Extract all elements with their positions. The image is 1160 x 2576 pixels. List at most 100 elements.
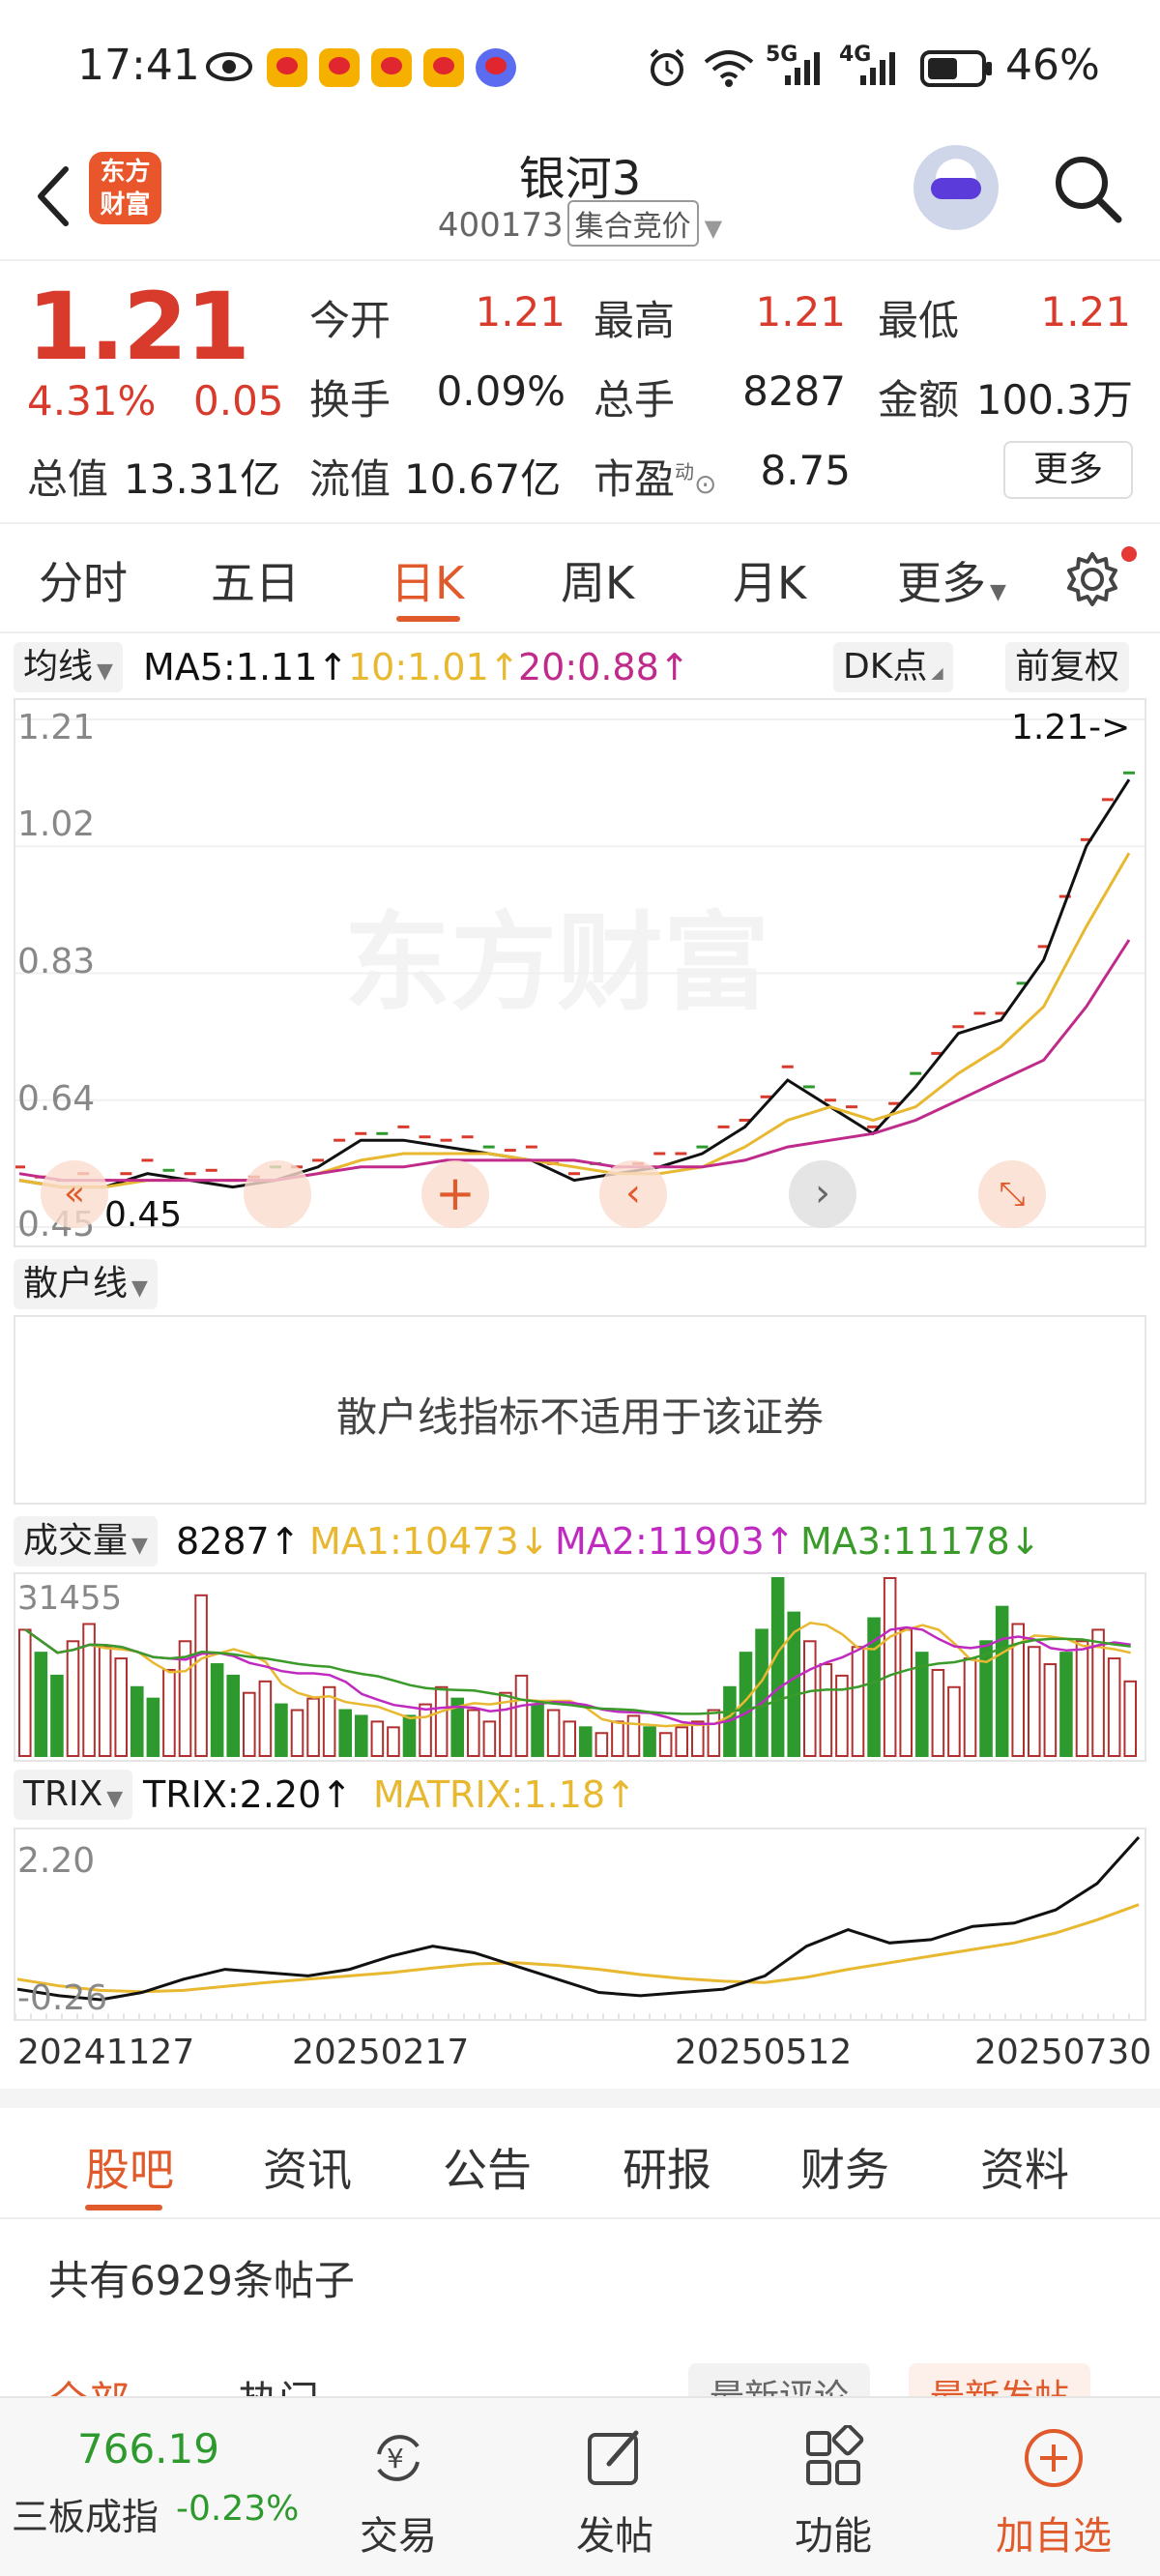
adjust-selector[interactable]: 前复权 — [1005, 642, 1130, 692]
post-count: 共有6929条帖子 — [48, 2257, 355, 2304]
dk-point-selector[interactable]: DK点 ◢ — [833, 642, 953, 692]
low-value: 1.21 — [1040, 288, 1131, 336]
ma-selector[interactable]: 均线 ▼ — [14, 642, 123, 692]
tab-research[interactable]: 研报 — [623, 2135, 711, 2199]
stock-header: 东方 财富 银河3 400173 集合竞价 ▼ — [0, 140, 1160, 261]
kline-chart[interactable]: 东方财富 1.21 1.02 0.83 0.64 0.45 1.21-> 0.4… — [14, 698, 1146, 1247]
chevron-down-icon[interactable]: ▼ — [705, 215, 722, 242]
volume-bar — [1075, 1640, 1089, 1757]
stock-code: 400173 — [437, 206, 564, 245]
trix-selector-label: TRIX — [23, 1774, 103, 1814]
trix-chart[interactable]: 2.20 -0.26 — [14, 1828, 1146, 2021]
forum-filter-row: 全部 热门 最新评论 最新发帖 — [0, 2359, 1160, 2398]
volume-bar — [675, 1726, 689, 1758]
tab-weekly-k[interactable]: 周K — [561, 548, 634, 612]
ma20-value: 20:0.88↑ — [518, 646, 690, 688]
trade-icon: ¥ — [377, 2435, 420, 2481]
retail-line-message: 散户线指标不适用于该证券 — [335, 1393, 824, 1441]
weibo-icon — [267, 48, 307, 87]
volume-bar — [258, 1680, 273, 1757]
volume-bar — [979, 1640, 993, 1757]
chevron-left-icon[interactable]: ‹ — [599, 1160, 667, 1228]
info-circle-icon[interactable]: ⊙ — [694, 468, 716, 500]
gear-icon[interactable] — [1063, 550, 1121, 608]
post-label: 发帖 — [576, 2514, 653, 2559]
pe-dynamic-sup: 动 — [675, 460, 695, 483]
amount-label: 金额 — [878, 376, 960, 424]
assistant-avatar[interactable] — [914, 145, 999, 230]
volume-bar — [210, 1663, 224, 1757]
tab-more[interactable]: 更多 ▼ — [897, 548, 1006, 612]
pe-label: 市盈动⊙ — [594, 447, 716, 506]
tab-financials[interactable]: 财务 — [800, 2135, 889, 2199]
sort-latest-post[interactable]: 最新发帖 — [909, 2363, 1091, 2398]
tab-profile[interactable]: 资料 — [980, 2135, 1069, 2199]
chevron-right-icon[interactable]: › — [789, 1160, 856, 1228]
signal-icon — [785, 52, 820, 85]
ma-selector-label: 均线 — [23, 647, 94, 687]
volume-bar — [130, 1685, 144, 1757]
volume-bar — [66, 1640, 80, 1757]
volume-bar — [643, 1726, 656, 1758]
add-watchlist-button[interactable]: 加自选 — [976, 2398, 1131, 2576]
eye-icon — [206, 52, 252, 81]
volume-ma2: MA2:11903↑ — [555, 1520, 796, 1563]
filter-all[interactable]: 全部 — [48, 2369, 130, 2398]
volume-bar — [1091, 1628, 1105, 1757]
fullscreen-icon[interactable]: ⤡ — [978, 1160, 1046, 1228]
tab-news[interactable]: 资讯 — [263, 2135, 352, 2199]
notification-dot — [1121, 546, 1137, 562]
index-widget[interactable]: 766.19 三板成指 -0.23% — [0, 2398, 319, 2576]
battery-percent: 46% — [1005, 41, 1100, 90]
volume-bar — [226, 1674, 241, 1757]
volume-bar — [947, 1685, 961, 1757]
post-button[interactable]: 发帖 — [537, 2398, 692, 2576]
sort-latest-comment[interactable]: 最新评论 — [688, 2363, 871, 2398]
more-button[interactable]: 更多 — [1003, 441, 1133, 499]
open-label: 今开 — [309, 297, 392, 344]
volume-chart[interactable]: 31455 — [14, 1572, 1146, 1762]
tab-forum[interactable]: 股吧 — [85, 2135, 174, 2199]
date-label: 20250217 — [292, 2033, 470, 2072]
volume-selector-label: 成交量 — [23, 1521, 129, 1561]
y-tick-label: 0.83 — [17, 942, 95, 981]
volume-bar — [579, 1726, 593, 1758]
tab-five-day[interactable]: 五日 — [211, 548, 300, 612]
retail-line-selector[interactable]: 散户线 ▼ — [14, 1259, 158, 1309]
volume-selector[interactable]: 成交量 ▼ — [14, 1516, 158, 1566]
chevron-down-icon: ▼ — [106, 1787, 124, 1811]
trade-button[interactable]: ¥ 交易 — [321, 2398, 476, 2576]
search-icon[interactable] — [1049, 150, 1126, 227]
volume-bar — [1028, 1646, 1041, 1757]
grid-icon — [806, 2425, 864, 2485]
volume-bar — [275, 1703, 288, 1757]
zoom-in-icon[interactable]: + — [421, 1160, 489, 1228]
zoom-out-icon[interactable] — [244, 1160, 311, 1228]
volume-bar — [1123, 1680, 1138, 1757]
tab-daily-k[interactable]: 日K — [391, 548, 464, 612]
market-cap-value: 13.31亿 — [124, 455, 281, 503]
status-time: 17:41 — [77, 41, 200, 90]
ma-indicator-row: 均线 ▼ MA5:1.11↑ 10:1.01↑ 20:0.88↑ DK点 ◢ 前复权 — [0, 638, 1160, 696]
functions-button[interactable]: 功能 — [756, 2398, 911, 2576]
trix-y-top: 2.20 — [17, 1841, 95, 1881]
tab-announcements[interactable]: 公告 — [443, 2135, 532, 2199]
trade-label: 交易 — [360, 2514, 437, 2559]
tab-monthly-k[interactable]: 月K — [733, 548, 806, 612]
weibo-icon — [319, 48, 360, 87]
music-icon — [476, 48, 516, 87]
scroll-left-fast-icon[interactable]: « — [41, 1160, 108, 1228]
volume-bar — [594, 1732, 609, 1758]
trix-selector[interactable]: TRIX ▼ — [14, 1770, 133, 1820]
functions-label: 功能 — [795, 2514, 872, 2559]
turnover-value: 0.09% — [436, 367, 566, 415]
volume-bar — [658, 1732, 673, 1758]
date-axis: 20241127 20250217 20250512 20250730 — [0, 2029, 1160, 2077]
content-tabs: 股吧 资讯 公告 研报 财务 资料 — [0, 2108, 1160, 2219]
volume-bar — [611, 1720, 624, 1758]
tab-intraday[interactable]: 分时 — [39, 548, 128, 612]
volume-bar — [50, 1674, 64, 1757]
status-bar: 17:41 5G 4G 46% — [0, 0, 1160, 140]
volume-bar — [370, 1720, 385, 1758]
filter-hot[interactable]: 热门 — [238, 2369, 319, 2398]
